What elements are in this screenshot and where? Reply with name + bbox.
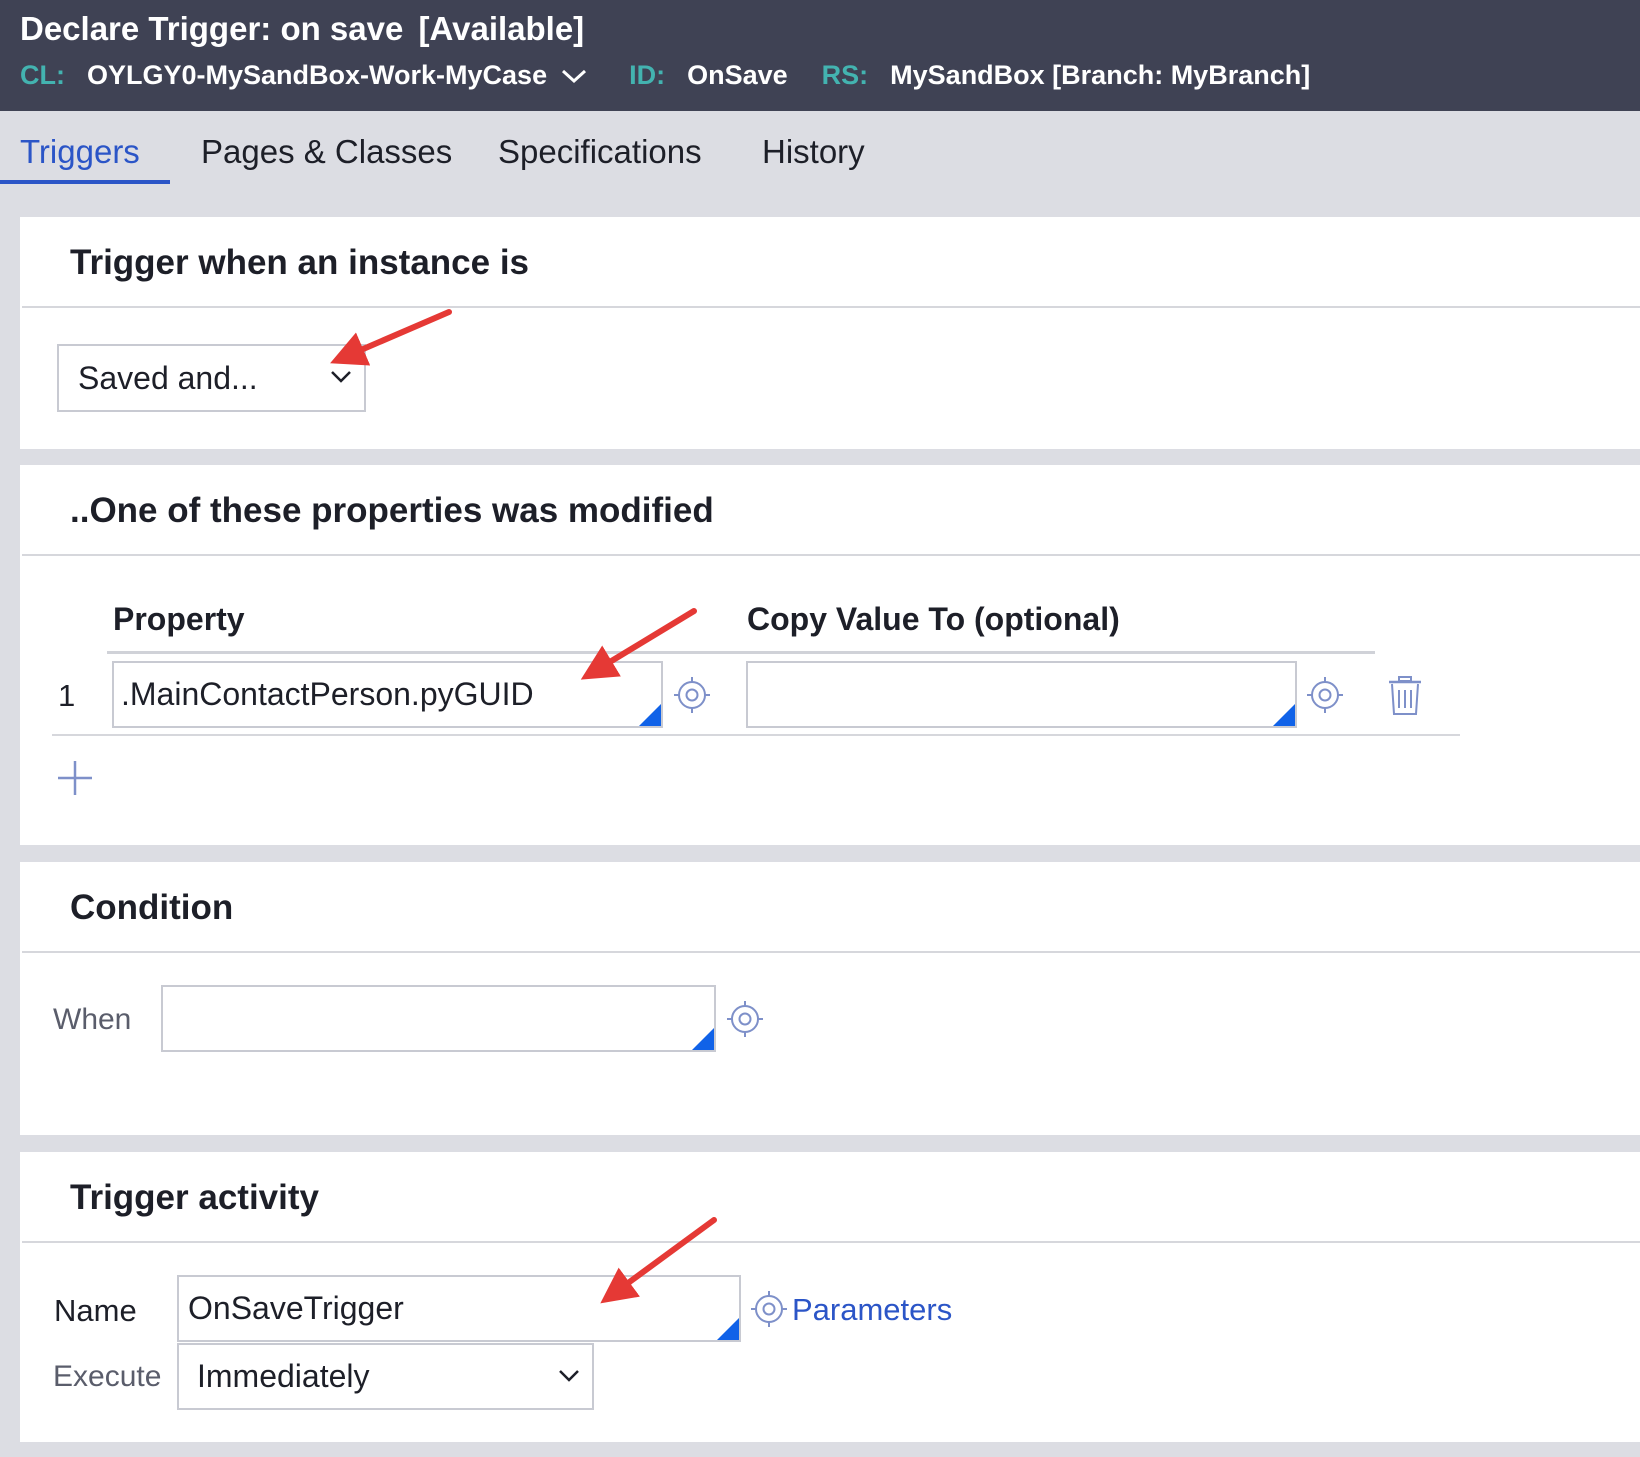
rule-title: Declare Trigger: on save [Available]: [20, 10, 584, 48]
class-label: CL:: [20, 60, 65, 90]
trash-icon[interactable]: [1388, 676, 1422, 716]
tab-bar: Triggers Pages & Classes Specifications …: [0, 111, 1640, 187]
property-value: .MainContactPerson.pyGUID: [121, 676, 534, 712]
section-divider: [22, 554, 1640, 556]
execute-label: Execute: [53, 1360, 162, 1393]
when-label: When: [53, 1003, 132, 1036]
target-icon[interactable]: [727, 1001, 763, 1037]
rs-label: RS:: [821, 60, 869, 90]
target-icon[interactable]: [674, 677, 710, 713]
chevron-down-icon: [331, 371, 351, 383]
row-index: 1: [58, 678, 76, 713]
tab-triggers[interactable]: Triggers: [20, 133, 140, 171]
condition-title: Condition: [70, 888, 234, 927]
copy-value-input[interactable]: [746, 661, 1297, 728]
trigger-when-title: Trigger when an instance is: [70, 243, 530, 282]
section-divider: [22, 951, 1640, 953]
chevron-down-icon: [559, 1369, 579, 1382]
section-divider: [22, 306, 1640, 308]
tab-pages-classes[interactable]: Pages & Classes: [201, 133, 452, 171]
autocomplete-corner-icon: [639, 704, 661, 726]
activity-name-value: OnSaveTrigger: [188, 1290, 404, 1326]
parameters-link[interactable]: Parameters: [792, 1292, 952, 1328]
row-divider: [52, 734, 1460, 736]
rule-status: [Available]: [418, 10, 585, 47]
rs-value: MySandBox [Branch: MyBranch]: [890, 60, 1311, 90]
section-divider: [22, 1241, 1640, 1243]
id-label: ID:: [629, 60, 666, 90]
properties-section: ..One of these properties was modified P…: [20, 465, 1640, 845]
chevron-down-icon[interactable]: [561, 60, 587, 91]
target-icon[interactable]: [751, 1291, 787, 1327]
trigger-activity-title: Trigger activity: [70, 1178, 319, 1217]
properties-title: ..One of these properties was modified: [70, 491, 714, 530]
execute-value: Immediately: [197, 1358, 370, 1394]
execute-select[interactable]: Immediately: [177, 1343, 594, 1410]
autocomplete-corner-icon: [692, 1028, 714, 1050]
tab-specifications[interactable]: Specifications: [498, 133, 702, 171]
trigger-when-select[interactable]: Saved and...: [57, 344, 366, 412]
trigger-activity-section: Trigger activity Name OnSaveTrigger Para…: [20, 1152, 1640, 1442]
name-label: Name: [54, 1293, 137, 1328]
rule-meta: CL: OYLGY0-MySandBox-Work-MyCase ID: OnS…: [20, 60, 1310, 91]
trigger-when-section: Trigger when an instance is Saved and...: [20, 217, 1640, 449]
column-header-copy-value: Copy Value To (optional): [747, 601, 1120, 637]
rule-header: Declare Trigger: on save [Available] CL:…: [0, 0, 1640, 111]
add-row-icon[interactable]: [57, 760, 93, 796]
class-value[interactable]: OYLGY0-MySandBox-Work-MyCase: [87, 60, 547, 91]
active-tab-indicator: [0, 180, 170, 184]
target-icon[interactable]: [1307, 677, 1343, 713]
condition-section: Condition When: [20, 862, 1640, 1135]
activity-name-input[interactable]: OnSaveTrigger: [177, 1275, 741, 1342]
autocomplete-corner-icon: [717, 1318, 739, 1340]
rule-title-text: Declare Trigger: on save: [20, 10, 404, 47]
autocomplete-corner-icon: [1273, 704, 1295, 726]
trigger-when-value: Saved and...: [78, 359, 258, 396]
column-header-property: Property: [113, 601, 245, 637]
table-header-divider: [107, 651, 1375, 654]
tab-history[interactable]: History: [762, 133, 865, 171]
id-value: OnSave: [687, 60, 788, 90]
property-input[interactable]: .MainContactPerson.pyGUID: [112, 661, 663, 728]
when-input[interactable]: [161, 985, 716, 1052]
